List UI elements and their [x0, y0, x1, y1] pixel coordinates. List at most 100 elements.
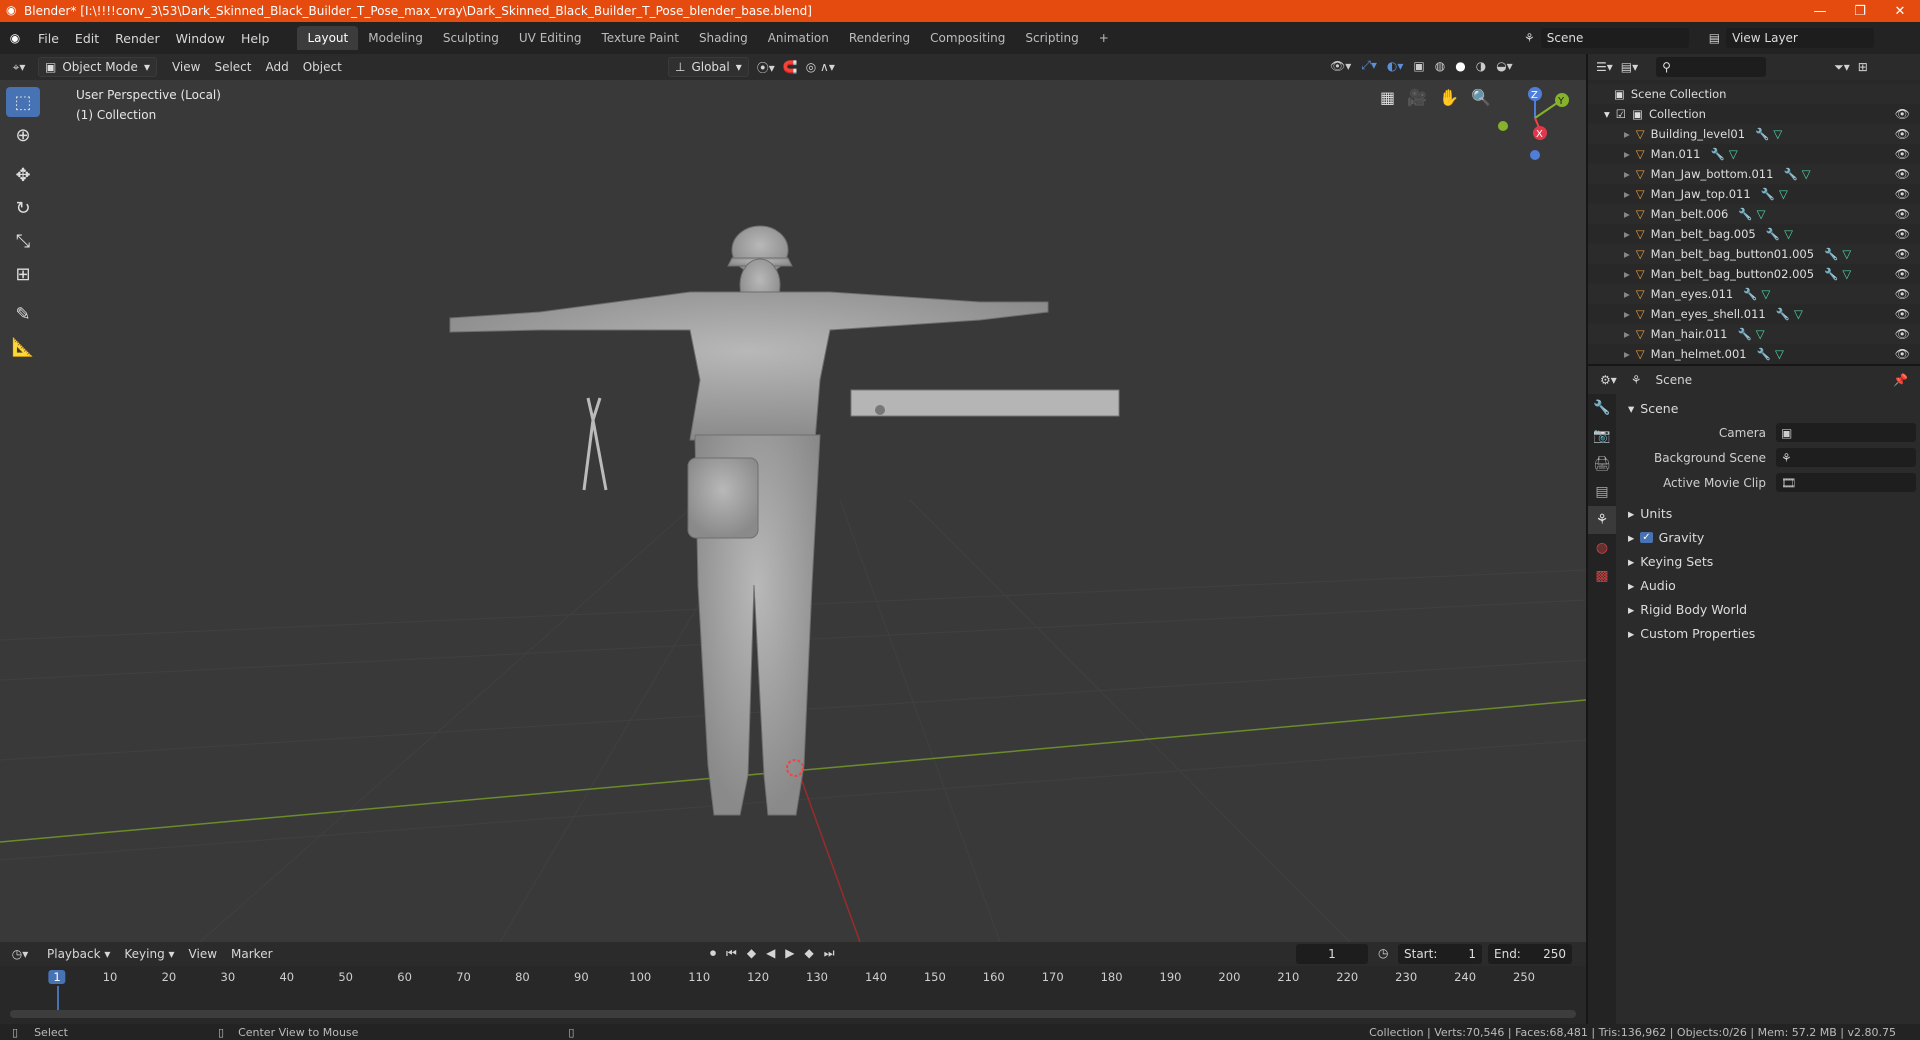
modifier-wrench-icon[interactable]: 🔧 [1824, 267, 1838, 281]
eye-icon[interactable]: 👁 [1895, 327, 1910, 341]
expand-arrow-icon[interactable]: ▸ [1624, 227, 1630, 241]
menu-help[interactable]: Help [233, 31, 278, 46]
modifier-wrench-icon[interactable]: 🔧 [1761, 187, 1775, 201]
mesh-data-icon[interactable]: ▽ [1773, 127, 1782, 141]
expand-arrow-icon[interactable]: ▸ [1624, 247, 1630, 261]
tab-animation[interactable]: Animation [758, 26, 839, 50]
3d-viewport[interactable]: Z Y X ▦ 🎥 ✋ 🔍 [0, 80, 1586, 942]
render-tab-icon[interactable]: 📷 [1588, 422, 1616, 450]
view-layer-field[interactable]: View Layer [1726, 28, 1875, 48]
scene-field[interactable]: Scene [1540, 28, 1689, 48]
camera-field[interactable]: ▣ [1776, 423, 1916, 442]
tab-compositing[interactable]: Compositing [920, 26, 1015, 50]
scale-tool-icon[interactable]: ⤡ [6, 226, 40, 256]
modifier-wrench-icon[interactable]: 🔧 [1755, 127, 1769, 141]
modifier-wrench-icon[interactable]: 🔧 [1743, 287, 1757, 301]
tree-row-object[interactable]: ▸ ▽ Man.011 🔧 ▽ 👁 [1588, 144, 1920, 164]
pliers-model[interactable] [582, 397, 608, 491]
jump-end-icon[interactable]: ⏭ [824, 946, 835, 961]
tree-row-collection[interactable]: ▾ ☑ ▣ Collection 👁 [1588, 104, 1920, 124]
expand-arrow-icon[interactable]: ▾ [1604, 107, 1610, 121]
eye-icon[interactable]: 👁 [1895, 287, 1910, 301]
grid-view-icon[interactable]: ▦ [1380, 88, 1395, 107]
scene-tab-icon[interactable]: ⚘ [1588, 506, 1616, 534]
eye-icon[interactable]: 👁 [1895, 227, 1910, 241]
pan-hand-icon[interactable]: ✋ [1439, 88, 1459, 107]
eye-icon[interactable]: 👁 [1895, 347, 1910, 361]
overlays-icon[interactable]: ◐▾ [1387, 59, 1404, 73]
timeline-area[interactable]: 1 10 20 30 40 50 60 70 80 90 100 110 120 130 140 150 160… [0, 966, 1586, 1024]
view-layer-icon[interactable]: ▤ [1709, 31, 1720, 45]
rigid-body-world-panel[interactable]: ▸ Rigid Body World [1618, 597, 1918, 621]
mesh-data-icon[interactable]: ▽ [1784, 227, 1793, 241]
next-key-icon[interactable]: ◆ [805, 946, 814, 961]
tool-tab-icon[interactable]: 🔧 [1588, 394, 1616, 422]
zoom-icon[interactable]: 🔍 [1471, 88, 1491, 107]
menu-select[interactable]: Select [207, 60, 258, 74]
menu-view[interactable]: View [165, 60, 207, 74]
expand-arrow-icon[interactable]: ▸ [1624, 347, 1630, 361]
tab-rendering[interactable]: Rendering [839, 26, 920, 50]
tree-row-object[interactable]: ▸ ▽ Man_eyes.011 🔧 ▽ 👁 [1588, 284, 1920, 304]
editor-type-icon[interactable]: ⌖▾ [0, 60, 38, 75]
display-mode-icon[interactable]: ▤▾ [1621, 60, 1638, 74]
tree-row-scene-collection[interactable]: ▣ Scene Collection [1588, 84, 1920, 104]
pivot-icon[interactable]: ⦿▾ [757, 59, 775, 76]
prev-key-icon[interactable]: ◆ [747, 946, 756, 961]
scene-icon[interactable]: ⚘ [1524, 31, 1535, 45]
solid-shading-icon[interactable]: ● [1455, 59, 1465, 73]
mesh-data-icon[interactable]: ▽ [1762, 287, 1771, 301]
eye-icon[interactable]: 👁 [1895, 267, 1910, 281]
modifier-wrench-icon[interactable]: 🔧 [1783, 167, 1797, 181]
tab-layout[interactable]: Layout [297, 26, 359, 50]
pin-icon[interactable]: 📌 [1893, 373, 1908, 387]
select-box-tool-icon[interactable]: ⬚ [6, 87, 40, 117]
modifier-wrench-icon[interactable]: 🔧 [1737, 327, 1751, 341]
transform-tool-icon[interactable]: ⊞ [6, 259, 40, 289]
tree-row-object[interactable]: ▸ ▽ Man_belt_bag_button02.005 🔧 ▽ 👁 [1588, 264, 1920, 284]
record-icon[interactable]: ⏺ [710, 946, 716, 961]
timeline-scrollbar[interactable] [10, 1010, 1576, 1018]
mesh-data-icon[interactable]: ▽ [1757, 207, 1766, 221]
tree-row-object[interactable]: ▸ ▽ Man_Jaw_top.011 🔧 ▽ 👁 [1588, 184, 1920, 204]
close-button[interactable]: ✕ [1880, 0, 1920, 22]
rendered-shading-icon[interactable]: ◒▾ [1496, 59, 1513, 73]
units-panel[interactable]: ▸ Units [1618, 501, 1918, 525]
builder-model[interactable] [449, 225, 1049, 816]
mesh-data-icon[interactable]: ▽ [1802, 167, 1811, 181]
tree-row-object[interactable]: ▸ ▽ Man_Jaw_bottom.011 🔧 ▽ 👁 [1588, 164, 1920, 184]
new-collection-icon[interactable]: ⊞ [1858, 60, 1868, 74]
modifier-wrench-icon[interactable]: 🔧 [1766, 227, 1780, 241]
outliner-editor-icon[interactable]: ☰▾ [1596, 60, 1613, 74]
transform-orientation-dropdown[interactable]: ⊥ Global ▾ [668, 57, 749, 77]
snap-icon[interactable]: 🧲 [783, 60, 798, 74]
eye-icon[interactable]: 👁 [1895, 127, 1910, 141]
current-frame-field[interactable]: 1 [1296, 944, 1368, 964]
scene-section-header[interactable]: ▾ Scene [1618, 396, 1918, 420]
gravity-panel[interactable]: ▸ ✓ Gravity [1618, 525, 1918, 549]
tree-row-object[interactable]: ▸ ▽ Man_belt.006 🔧 ▽ 👁 [1588, 204, 1920, 224]
frame-ruler[interactable]: 1 10 20 30 40 50 60 70 80 90 100 110 120 130 140 150 160… [0, 966, 1586, 988]
expand-arrow-icon[interactable]: ▸ [1624, 187, 1630, 201]
expand-arrow-icon[interactable]: ▸ [1624, 147, 1630, 161]
outliner-search-input[interactable]: ⚲ [1656, 57, 1767, 77]
mode-dropdown[interactable]: ▣ Object Mode ▾ [38, 57, 157, 77]
world-tab-icon[interactable]: ◍ [1588, 534, 1616, 562]
menu-marker[interactable]: Marker [224, 947, 279, 961]
mesh-data-icon[interactable]: ▽ [1779, 187, 1788, 201]
mesh-data-icon[interactable]: ▽ [1842, 247, 1851, 261]
mesh-data-icon[interactable]: ▽ [1729, 147, 1738, 161]
clock-icon[interactable]: ◷ [1378, 946, 1388, 960]
menu-file[interactable]: File [30, 31, 67, 46]
modifier-wrench-icon[interactable]: 🔧 [1711, 147, 1725, 161]
menu-render[interactable]: Render [107, 31, 168, 46]
playhead[interactable] [57, 986, 59, 1010]
expand-arrow-icon[interactable]: ▸ [1624, 267, 1630, 281]
checkbox-icon[interactable]: ☑ [1616, 107, 1626, 121]
menu-edit[interactable]: Edit [67, 31, 107, 46]
modifier-wrench-icon[interactable]: 🔧 [1738, 207, 1752, 221]
spirit-level-model[interactable] [850, 389, 1120, 417]
move-tool-icon[interactable]: ✥ [6, 160, 40, 190]
movie-clip-field[interactable]: 🎞 [1776, 473, 1916, 492]
menu-keying[interactable]: Keying ▾ [117, 947, 181, 961]
